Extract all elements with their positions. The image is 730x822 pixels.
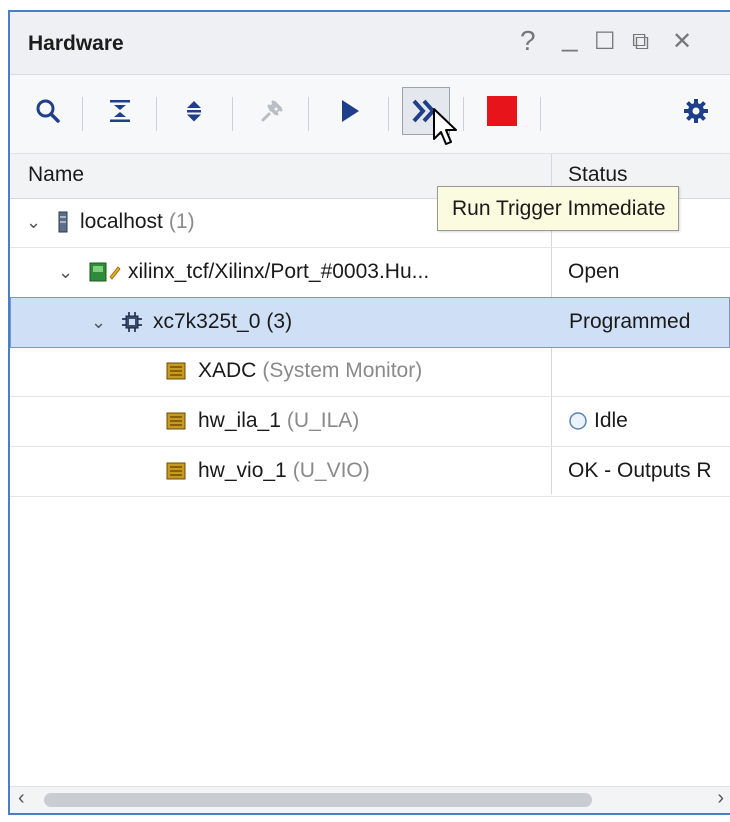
tree-row-ila[interactable]: hw_ila_1 (U_ILA) Idle bbox=[10, 397, 730, 447]
close-icon[interactable]: ✕ bbox=[672, 27, 692, 57]
idle-status-icon bbox=[569, 412, 587, 430]
maximize-icon[interactable]: ☐ bbox=[594, 27, 616, 57]
chevron-down-icon[interactable]: ⌄ bbox=[91, 312, 107, 333]
debug-core-icon bbox=[166, 412, 186, 430]
tooltip: Run Trigger Immediate bbox=[437, 186, 679, 231]
expand-all-button[interactable] bbox=[170, 87, 218, 135]
column-header-status[interactable]: Status bbox=[568, 163, 628, 187]
search-button[interactable] bbox=[24, 87, 72, 135]
scrollbar-thumb[interactable] bbox=[44, 793, 592, 807]
scroll-left-icon[interactable]: ‹ bbox=[18, 787, 25, 810]
gear-icon bbox=[684, 99, 708, 123]
debug-core-icon bbox=[166, 362, 186, 380]
tree-item-name: hw_ila_1 bbox=[198, 409, 281, 432]
tree-row-target[interactable]: ⌄ xilinx_tcf/Xilinx/Port_#0003.Hu... Ope… bbox=[10, 248, 730, 298]
panel-title-bar: Hardware ? _ ☐ ⧉ ✕ bbox=[10, 12, 730, 75]
chip-icon bbox=[122, 312, 142, 332]
tree-item-suffix: (U_ILA) bbox=[286, 409, 360, 432]
tree-item-name: localhost bbox=[80, 210, 163, 233]
collapse-all-icon bbox=[110, 100, 130, 122]
status-cell: OK - Outputs R bbox=[568, 459, 712, 482]
status-cell: Open bbox=[568, 260, 620, 283]
minimize-icon[interactable]: _ bbox=[562, 22, 578, 52]
auto-connect-button[interactable] bbox=[248, 87, 296, 135]
debug-core-icon bbox=[166, 462, 186, 480]
hardware-target-icon bbox=[89, 262, 121, 282]
chevron-down-icon[interactable]: ⌄ bbox=[58, 262, 74, 283]
expand-all-icon bbox=[187, 101, 201, 122]
column-header-name[interactable]: Name bbox=[28, 163, 84, 187]
stop-icon bbox=[487, 96, 517, 126]
hardware-panel: Hardware ? _ ☐ ⧉ ✕ Name Status Run Trigg… bbox=[8, 10, 730, 815]
auto-connect-icon bbox=[261, 100, 283, 122]
help-icon[interactable]: ? bbox=[520, 26, 536, 56]
status-cell: Programmed bbox=[569, 310, 691, 333]
tree-item-name: xc7k325t_0 bbox=[153, 310, 261, 333]
tree-item-name: hw_vio_1 bbox=[198, 459, 287, 482]
status-cell: Idle bbox=[568, 409, 628, 433]
tree-row-xadc[interactable]: XADC (System Monitor) bbox=[10, 347, 730, 397]
mouse-cursor-icon bbox=[433, 108, 457, 145]
tree-item-suffix: (3) bbox=[266, 310, 293, 333]
tree-item-suffix: (U_VIO) bbox=[292, 459, 370, 482]
tree-item-suffix: (1) bbox=[168, 210, 195, 233]
tree-row-device[interactable]: ⌄ xc7k325t_0 (3) Programmed bbox=[10, 297, 730, 348]
stop-trigger-button[interactable] bbox=[478, 87, 526, 135]
collapse-all-button[interactable] bbox=[96, 87, 144, 135]
search-icon bbox=[36, 99, 60, 123]
horizontal-scrollbar[interactable]: ‹ › bbox=[10, 786, 730, 813]
run-trigger-button[interactable] bbox=[326, 87, 374, 135]
tree-row-vio[interactable]: hw_vio_1 (U_VIO) OK - Outputs R bbox=[10, 447, 730, 497]
toolbar bbox=[10, 75, 730, 154]
scroll-right-icon[interactable]: › bbox=[717, 787, 724, 810]
status-text: Idle bbox=[594, 409, 628, 432]
server-icon bbox=[58, 211, 68, 233]
settings-button[interactable] bbox=[672, 87, 720, 135]
float-icon[interactable]: ⧉ bbox=[632, 27, 649, 57]
panel-title: Hardware bbox=[28, 32, 124, 55]
tree-item-suffix: (System Monitor) bbox=[262, 359, 423, 382]
play-icon bbox=[342, 100, 359, 122]
chevron-down-icon[interactable]: ⌄ bbox=[26, 212, 42, 233]
tree-item-name: xilinx_tcf/Xilinx/Port_#0003.Hu... bbox=[128, 260, 430, 283]
tree-item-name: XADC bbox=[198, 359, 257, 382]
